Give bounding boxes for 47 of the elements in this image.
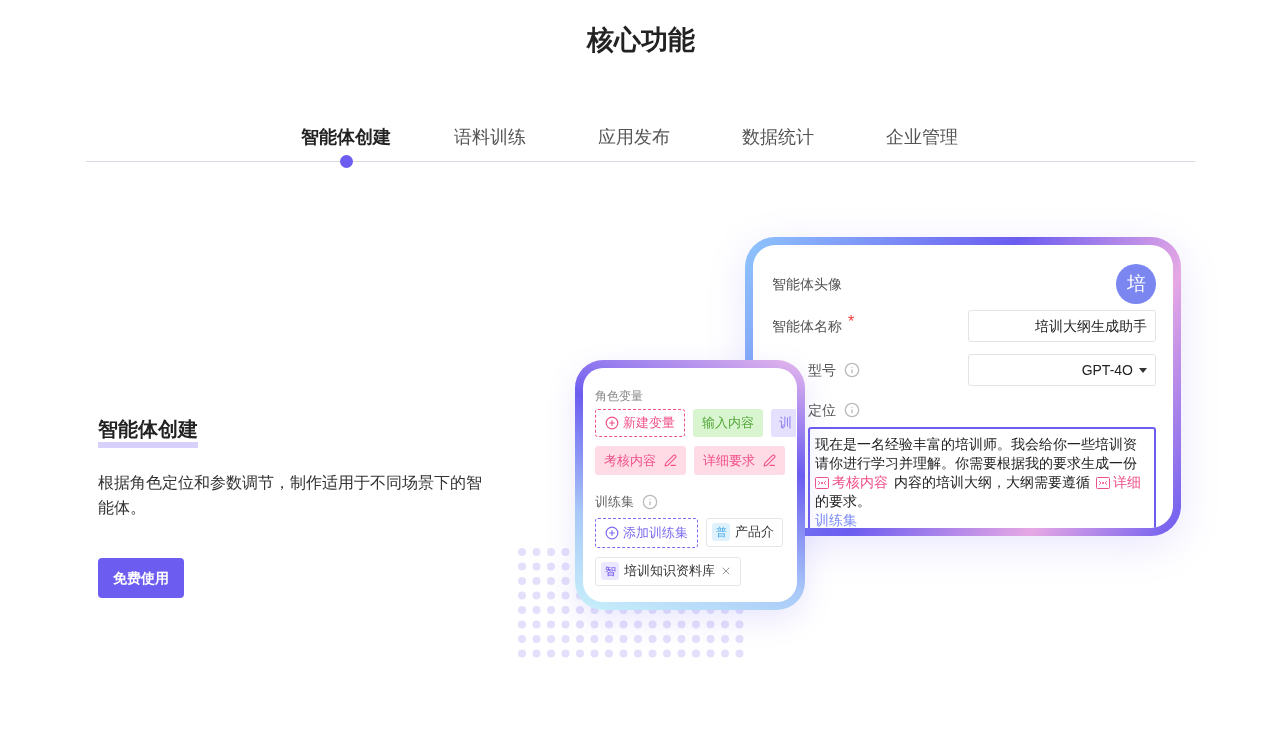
free-trial-button[interactable]: 免费使用 (98, 558, 184, 598)
variable-label: 考核内容 (604, 451, 656, 470)
variable-text: 考核内容 (832, 474, 888, 492)
section-label: 角色变量 (595, 388, 644, 404)
section-title: 核心功能 (585, 24, 696, 57)
tab[interactable]: 语料训练 (450, 122, 530, 152)
prompt-text: 的要求。 (815, 493, 871, 511)
select-value: GPT-4O (1081, 360, 1133, 380)
variable-label: 详细要求 (703, 451, 755, 470)
prompt-text: 现在是一名经验丰富的培训师。我会给你一些培训资 (815, 436, 1137, 454)
set-label: 产品介 (735, 523, 774, 542)
plus-circle-icon (605, 416, 619, 430)
tab[interactable]: 应用发布 (594, 122, 674, 152)
name-input[interactable]: 培训大纲生成助手 (968, 310, 1156, 342)
section-label: 训练集 (595, 493, 634, 511)
pen-icon[interactable] (763, 454, 776, 467)
new-variable-button[interactable]: 新建变量 (595, 409, 685, 437)
feature-heading: 智能体创建 (98, 416, 198, 448)
prompt-text: 请你进行学习并理解。你需要根据我的要求生成一份 (815, 455, 1137, 473)
field-label: 智能体头像 (772, 274, 842, 294)
variable-icon (815, 476, 829, 489)
info-icon (642, 493, 658, 510)
field-label: 智能体名称 (772, 316, 842, 336)
required-mark: * (848, 312, 855, 332)
feature-description: 根据角色定位和参数调节，制作适用于不同场景下的智能体。 (98, 473, 483, 518)
caret-icon (1139, 367, 1147, 373)
close-icon[interactable] (720, 565, 732, 577)
field-label: 定位 (808, 400, 836, 420)
tab[interactable]: 智能体创建 (297, 122, 395, 152)
set-badge: 智 (601, 562, 619, 580)
set-label: 培训知识资料库 (624, 562, 715, 581)
tab[interactable]: 企业管理 (882, 122, 962, 152)
add-training-set-button[interactable]: 添加训练集 (595, 517, 698, 548)
training-set-tag[interactable]: 智 培训知识资料库 (595, 556, 741, 586)
info-icon (844, 402, 860, 418)
prompt-textarea[interactable]: 现在是一名经验丰富的培训师。我会给你一些培训资 请你进行学习并理解。你需要根据我的要求生成一份 考核内容 内容的培训大纲，大纲需要遵循 详细 的要求。 训练集 (808, 427, 1156, 528)
model-select[interactable]: GPT-4O (968, 354, 1156, 386)
prompt-text: 内容的培训大纲，大纲需要遵循 (894, 474, 1090, 492)
variable-text: 详细 (1113, 474, 1141, 492)
pen-icon[interactable] (664, 454, 677, 467)
field-label: 型号 (808, 360, 836, 380)
set-badge: 普 (712, 523, 730, 541)
plus-circle-icon (605, 525, 619, 540)
variable-icon (1096, 476, 1110, 489)
tab[interactable]: 数据统计 (738, 122, 818, 152)
training-set-tag[interactable]: 普 产品介 (706, 517, 783, 547)
info-icon (844, 362, 860, 378)
